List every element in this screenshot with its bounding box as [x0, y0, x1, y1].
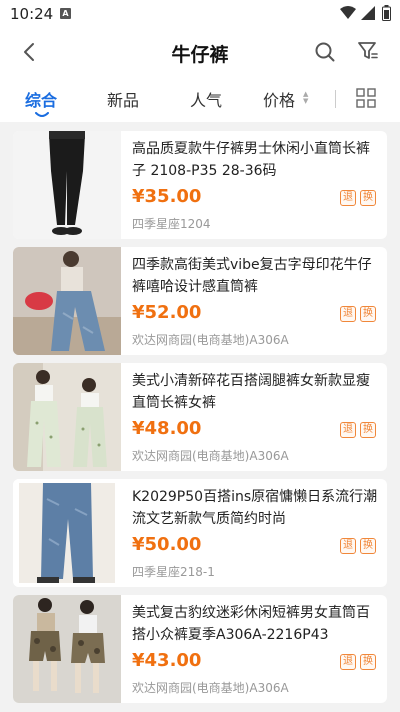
product-card[interactable]: 美式复古豹纹迷彩休闲短裤男女直筒百搭小众裤夏季A306A-2216P43 ¥43…: [13, 595, 387, 703]
exchange-badge: 换: [360, 422, 376, 438]
product-card[interactable]: 四季款高街美式vibe复古字母印花牛仔裤嘻哈设计感直筒裤 ¥52.00 欢达网商…: [13, 247, 387, 355]
return-badge: 退: [340, 422, 356, 438]
active-tab-indicator: [35, 112, 49, 117]
signal-icon: [361, 6, 375, 20]
product-title: 四季款高街美式vibe复古字母印花牛仔裤嘻哈设计感直筒裤: [132, 257, 372, 295]
exchange-badge: 换: [360, 654, 376, 670]
product-image: [13, 131, 121, 239]
header-bar: 牛仔裤: [0, 28, 400, 76]
product-card[interactable]: 美式小清新碎花百搭阔腿裤女新款显瘦直筒长裤女裤 ¥48.00 欢达网商园(电商基…: [13, 363, 387, 471]
product-title: 美式小清新碎花百搭阔腿裤女新款显瘦直筒长裤女裤: [132, 373, 370, 411]
page-title: 牛仔裤: [171, 44, 229, 66]
exchange-badge: 换: [360, 190, 376, 206]
product-card[interactable]: K2029P50百搭ins原宿慵懒日系流行潮流文艺新款气质简约时尚 ¥50.00…: [13, 479, 387, 587]
filter-icon[interactable]: [357, 40, 379, 62]
status-bar: 10:24 A: [0, 0, 400, 28]
product-price: ¥48.00: [132, 418, 202, 439]
exchange-badge: 换: [360, 306, 376, 322]
product-title: K2029P50百搭ins原宿慵懒日系流行潮流文艺新款气质简约时尚: [132, 489, 378, 527]
return-badge: 退: [340, 306, 356, 322]
product-list: 高品质夏款牛仔裤男士休闲小直筒长裤子 2108-P35 28-36码 ¥35.0…: [0, 122, 400, 712]
product-price: ¥43.00: [132, 650, 202, 671]
notification-icon: A: [60, 8, 71, 19]
return-badge: 退: [340, 190, 356, 206]
product-image: [13, 247, 121, 355]
product-title: 高品质夏款牛仔裤男士休闲小直筒长裤子 2108-P35 28-36码: [132, 141, 370, 179]
return-badge: 退: [340, 538, 356, 554]
store-name: 欢达网商园(电商基地)A306A: [132, 333, 289, 347]
product-image: [13, 479, 121, 587]
sort-tabs: 综合 新品 人气 价格 ▲ ▼: [0, 76, 400, 122]
product-price: ¥35.00: [132, 186, 202, 207]
tab-comprehensive[interactable]: 综合: [25, 87, 57, 111]
product-price: ¥50.00: [132, 534, 202, 555]
product-card[interactable]: 高品质夏款牛仔裤男士休闲小直筒长裤子 2108-P35 28-36码 ¥35.0…: [13, 131, 387, 239]
product-price: ¥52.00: [132, 302, 202, 323]
status-time: 10:24: [10, 5, 54, 23]
return-badge: 退: [340, 654, 356, 670]
tab-price[interactable]: 价格: [263, 87, 295, 111]
battery-icon: [382, 5, 391, 21]
exchange-badge: 换: [360, 538, 376, 554]
tab-divider: [335, 90, 336, 108]
store-name: 四季星座218-1: [132, 565, 215, 579]
store-name: 四季星座1204: [132, 217, 211, 231]
sort-arrows-icon[interactable]: ▲ ▼: [303, 91, 308, 105]
store-name: 欢达网商园(电商基地)A306A: [132, 449, 289, 463]
store-name: 欢达网商园(电商基地)A306A: [132, 681, 289, 695]
product-image: [13, 595, 121, 703]
grid-view-icon[interactable]: [356, 88, 376, 108]
tab-new[interactable]: 新品: [107, 87, 139, 111]
search-icon[interactable]: [314, 41, 336, 63]
product-image: [13, 363, 121, 471]
wifi-icon: [340, 6, 356, 19]
tab-popular[interactable]: 人气: [190, 87, 222, 111]
product-title: 美式复古豹纹迷彩休闲短裤男女直筒百搭小众裤夏季A306A-2216P43: [132, 605, 370, 643]
